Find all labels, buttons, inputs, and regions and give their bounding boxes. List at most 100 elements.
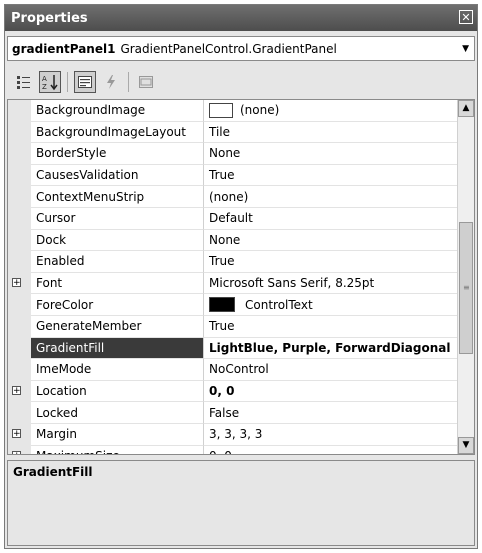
toolbar-separator: [67, 72, 68, 92]
scrollbar-thumb[interactable]: ≡: [459, 222, 473, 354]
property-value[interactable]: (none): [204, 100, 474, 122]
row-gutter: +: [8, 272, 31, 295]
property-name[interactable]: ContextMenuStrip: [31, 186, 204, 208]
property-row[interactable]: ContextMenuStrip (none): [8, 186, 474, 208]
property-row[interactable]: Cursor Default: [8, 207, 474, 230]
property-value[interactable]: True: [204, 165, 474, 187]
property-name[interactable]: GradientFill: [31, 337, 204, 360]
scroll-down-icon[interactable]: ▼: [458, 437, 474, 454]
property-value[interactable]: Microsoft Sans Serif, 8.25pt: [204, 273, 474, 295]
property-value-text: (none): [209, 189, 249, 204]
property-row[interactable]: + MaximumSize 0, 0: [8, 445, 474, 454]
scroll-up-icon[interactable]: ▲: [458, 100, 474, 117]
property-row[interactable]: BorderStyle None: [8, 143, 474, 165]
property-pages-button[interactable]: [135, 71, 157, 93]
property-value-text: 3, 3, 3, 3: [209, 427, 263, 442]
property-row[interactable]: + Location 0, 0: [8, 380, 474, 403]
expand-icon[interactable]: +: [12, 277, 21, 287]
property-value-text: None: [209, 146, 241, 161]
object-name: gradientPanel1: [12, 41, 116, 56]
property-value[interactable]: True: [204, 316, 474, 338]
property-row[interactable]: ImeMode NoControl: [8, 359, 474, 381]
property-grid: BackgroundImage (none) BackgroundImageLayo…: [7, 99, 475, 455]
property-value[interactable]: Tile: [204, 122, 474, 144]
lightning-icon: [107, 75, 115, 89]
expand-icon[interactable]: +: [12, 385, 21, 395]
property-value-text: False: [209, 405, 240, 420]
property-name[interactable]: MaximumSize: [31, 445, 204, 454]
toolbar-separator-2: [128, 72, 129, 92]
property-row[interactable]: + Margin 3, 3, 3, 3: [8, 423, 474, 446]
row-gutter: [8, 229, 31, 252]
window-title: Properties: [11, 10, 88, 26]
dropdown-arrow-icon[interactable]: ▼: [462, 44, 469, 54]
property-value[interactable]: None: [204, 230, 474, 252]
property-name[interactable]: BackgroundImageLayout: [31, 121, 204, 144]
expand-icon[interactable]: +: [12, 428, 21, 438]
property-row[interactable]: BackgroundImage (none): [8, 100, 474, 122]
property-value[interactable]: 3, 3, 3, 3: [204, 424, 474, 446]
property-value[interactable]: 0, 0: [204, 381, 474, 403]
property-value-text: ControlText: [245, 297, 313, 312]
row-gutter: +: [8, 445, 31, 454]
vertical-scrollbar[interactable]: ▲ ≡ ▼: [457, 100, 474, 454]
property-name[interactable]: Enabled: [31, 251, 204, 273]
property-name[interactable]: GenerateMember: [31, 315, 204, 338]
property-name[interactable]: Cursor: [31, 207, 204, 230]
property-value[interactable]: LightBlue, Purple, ForwardDiagonal: [204, 338, 474, 360]
alphabetical-button[interactable]: A Z: [39, 71, 61, 93]
property-name[interactable]: Margin: [31, 423, 204, 446]
row-gutter: [8, 143, 31, 165]
property-name[interactable]: Dock: [31, 229, 204, 252]
property-value[interactable]: 0, 0: [204, 446, 474, 454]
description-panel: GradientFill: [7, 460, 475, 546]
alphabetical-sort-icon: A Z: [42, 75, 58, 91]
property-row[interactable]: ForeColor ControlText: [8, 294, 474, 316]
description-title: GradientFill: [13, 465, 93, 479]
object-selector-dropdown[interactable]: gradientPanel1 GradientPanelControl.Grad…: [7, 36, 475, 61]
svg-text:Z: Z: [42, 83, 47, 91]
property-value[interactable]: None: [204, 143, 474, 165]
property-name[interactable]: BackgroundImage: [31, 100, 204, 122]
close-icon[interactable]: ✕: [459, 10, 473, 24]
property-row[interactable]: Dock None: [8, 229, 474, 252]
property-value-text: 0, 0: [209, 384, 235, 399]
property-name[interactable]: Location: [31, 380, 204, 403]
property-value[interactable]: False: [204, 402, 474, 424]
property-row[interactable]: Enabled True: [8, 251, 474, 273]
row-gutter: [8, 100, 31, 122]
property-name[interactable]: ForeColor: [31, 294, 204, 316]
property-row[interactable]: GradientFill LightBlue, Purple, ForwardDi…: [8, 337, 474, 360]
expand-icon[interactable]: +: [12, 450, 21, 454]
events-button[interactable]: [100, 71, 122, 93]
color-swatch: [209, 102, 233, 118]
property-row[interactable]: CausesValidation True: [8, 164, 474, 187]
categorized-button[interactable]: [13, 71, 35, 93]
color-swatch: [209, 297, 235, 313]
property-value-text: NoControl: [209, 362, 269, 377]
property-name[interactable]: BorderStyle: [31, 143, 204, 165]
row-gutter: [8, 186, 31, 208]
properties-window: Properties ✕ gradientPanel1 GradientPane…: [4, 4, 478, 549]
property-row[interactable]: BackgroundImageLayout Tile: [8, 121, 474, 144]
property-name[interactable]: CausesValidation: [31, 164, 204, 187]
property-value-text: 0, 0: [209, 449, 232, 454]
property-value[interactable]: (none): [204, 186, 474, 208]
properties-button[interactable]: [74, 71, 96, 93]
properties-icon: [78, 76, 92, 88]
property-name[interactable]: ImeMode: [31, 359, 204, 381]
property-name[interactable]: Locked: [31, 402, 204, 424]
property-value[interactable]: ControlText: [204, 294, 474, 316]
property-value[interactable]: Default: [204, 208, 474, 230]
row-gutter: [8, 207, 31, 230]
property-value-text: True: [209, 254, 235, 269]
property-row[interactable]: GenerateMember True: [8, 315, 474, 338]
property-value[interactable]: NoControl: [204, 359, 474, 381]
row-gutter: [8, 337, 31, 360]
property-row[interactable]: Locked False: [8, 402, 474, 424]
property-row[interactable]: + Font Microsoft Sans Serif, 8.25pt: [8, 272, 474, 295]
property-value-text: Default: [209, 211, 253, 226]
property-value-text: None: [209, 232, 241, 247]
property-name[interactable]: Font: [31, 272, 204, 295]
property-value[interactable]: True: [204, 251, 474, 273]
